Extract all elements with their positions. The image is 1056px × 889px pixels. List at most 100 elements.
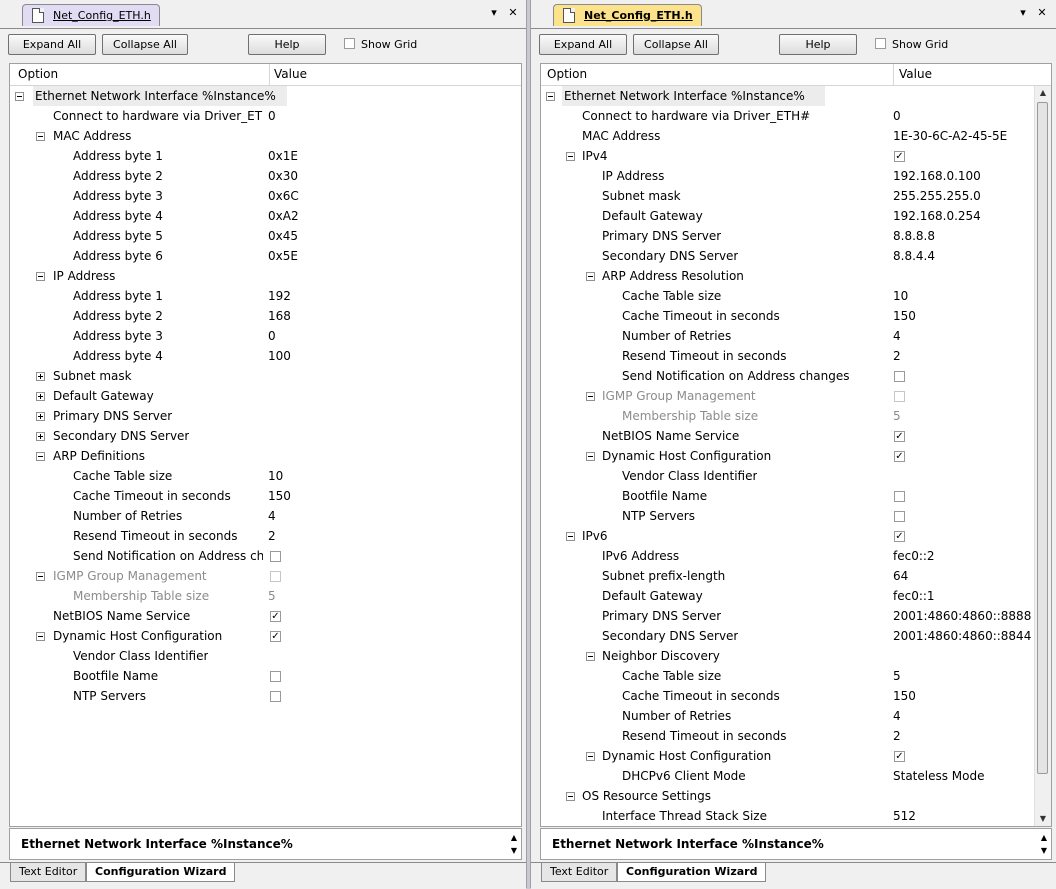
- option-value[interactable]: 5: [893, 666, 901, 686]
- tree-row-ip-address[interactable]: IP Address: [10, 266, 521, 286]
- tree-row-address-byte-2[interactable]: Address byte 2 168: [10, 306, 521, 326]
- scroll-up-icon[interactable]: ▲: [1041, 833, 1047, 842]
- tree-row-address-byte-5[interactable]: Address byte 5 0x45: [10, 226, 521, 246]
- window-menu-arrow-icon[interactable]: ▾: [487, 6, 501, 20]
- collapse-icon[interactable]: [586, 652, 595, 661]
- scroll-down-icon[interactable]: ▼: [1035, 812, 1051, 826]
- collapse-icon[interactable]: [546, 92, 555, 101]
- tree-row-ip-address[interactable]: IP Address 192.168.0.100: [541, 166, 1051, 186]
- unchecked-checkbox[interactable]: [270, 551, 281, 562]
- tree-row-send-notification-on-address-changes[interactable]: Send Notification on Address changes: [541, 366, 1051, 386]
- option-value[interactable]: 192.168.0.254: [893, 206, 981, 226]
- tree-row-membership-table-size[interactable]: Membership Table size 5: [541, 406, 1051, 426]
- tree-row-secondary-dns-server[interactable]: Secondary DNS Server: [10, 426, 521, 446]
- tree-row-address-byte-6[interactable]: Address byte 6 0x5E: [10, 246, 521, 266]
- collapse-icon[interactable]: [36, 572, 45, 581]
- collapse-icon[interactable]: [36, 632, 45, 641]
- option-value[interactable]: 0x6C: [268, 186, 299, 206]
- option-value[interactable]: 4: [893, 326, 901, 346]
- expand-icon[interactable]: [36, 432, 45, 441]
- tree-row-primary-dns-server[interactable]: Primary DNS Server: [10, 406, 521, 426]
- collapse-icon[interactable]: [586, 392, 595, 401]
- collapse-icon[interactable]: [566, 532, 575, 541]
- tree-row-bootfile-name[interactable]: Bootfile Name: [541, 486, 1051, 506]
- tree-row-arp-address-resolution[interactable]: ARP Address Resolution: [541, 266, 1051, 286]
- tree-row-resend-timeout-in-seconds[interactable]: Resend Timeout in seconds 2: [541, 346, 1051, 366]
- tree-row-connect-to-hardware-via-driver-eth[interactable]: Connect to hardware via Driver_ETH# 0: [10, 106, 521, 126]
- tree-row-dynamic-host-configuration[interactable]: Dynamic Host Configuration ✓: [541, 446, 1051, 466]
- tree-row-cache-table-size[interactable]: Cache Table size 5: [541, 666, 1051, 686]
- tree-row-ethernet-network-interface-instance[interactable]: Ethernet Network Interface %Instance%: [10, 86, 521, 106]
- checked-checkbox[interactable]: ✓: [894, 151, 905, 162]
- help-button[interactable]: Help: [248, 34, 326, 55]
- option-value[interactable]: 2001:4860:4860::8844: [893, 626, 1031, 646]
- collapse-icon[interactable]: [586, 452, 595, 461]
- option-value[interactable]: 10: [893, 286, 908, 306]
- scroll-up-icon[interactable]: ▲: [511, 833, 517, 842]
- tree-row-ipv6-address[interactable]: IPv6 Address fec0::2: [541, 546, 1051, 566]
- tree-row-neighbor-discovery[interactable]: Neighbor Discovery: [541, 646, 1051, 666]
- vertical-scrollbar[interactable]: ▲ ▼: [1034, 86, 1051, 826]
- window-menu-arrow-icon[interactable]: ▾: [1016, 6, 1030, 20]
- option-value[interactable]: 2: [893, 726, 901, 746]
- tree-row-igmp-group-management[interactable]: IGMP Group Management: [10, 566, 521, 586]
- scroll-down-icon[interactable]: ▼: [511, 846, 517, 855]
- tree-row-cache-timeout-in-seconds[interactable]: Cache Timeout in seconds 150: [541, 306, 1051, 326]
- option-value[interactable]: 150: [268, 486, 291, 506]
- option-value[interactable]: 192.168.0.100: [893, 166, 981, 186]
- tree-row-address-byte-1[interactable]: Address byte 1 192: [10, 286, 521, 306]
- tree-row-subnet-prefix-length[interactable]: Subnet prefix-length 64: [541, 566, 1051, 586]
- tree-row-igmp-group-management[interactable]: IGMP Group Management: [541, 386, 1051, 406]
- option-value[interactable]: 0x45: [268, 226, 298, 246]
- tree-row-number-of-retries[interactable]: Number of Retries 4: [541, 326, 1051, 346]
- scroll-down-icon[interactable]: ▼: [1041, 846, 1047, 855]
- tree-row-membership-table-size[interactable]: Membership Table size 5: [10, 586, 521, 606]
- tree-row-address-byte-4[interactable]: Address byte 4 100: [10, 346, 521, 366]
- collapse-icon[interactable]: [566, 152, 575, 161]
- tree-row-dynamic-host-configuration[interactable]: Dynamic Host Configuration ✓: [541, 746, 1051, 766]
- tree-row-interface-thread-stack-size[interactable]: Interface Thread Stack Size 512: [541, 806, 1051, 826]
- tree-row-ipv4[interactable]: IPv4 ✓: [541, 146, 1051, 166]
- collapse-icon[interactable]: [36, 452, 45, 461]
- tree-row-address-byte-2[interactable]: Address byte 2 0x30: [10, 166, 521, 186]
- show-grid-toggle[interactable]: Show Grid: [875, 38, 948, 51]
- show-grid-checkbox[interactable]: [875, 38, 886, 49]
- tree-row-secondary-dns-server[interactable]: Secondary DNS Server 8.8.4.4: [541, 246, 1051, 266]
- tree-row-netbios-name-service[interactable]: NetBIOS Name Service ✓: [10, 606, 521, 626]
- tree-row-primary-dns-server[interactable]: Primary DNS Server 2001:4860:4860::8888: [541, 606, 1051, 626]
- tree-row-address-byte-1[interactable]: Address byte 1 0x1E: [10, 146, 521, 166]
- collapse-icon[interactable]: [15, 92, 24, 101]
- tree-row-cache-table-size[interactable]: Cache Table size 10: [541, 286, 1051, 306]
- option-value[interactable]: 150: [893, 306, 916, 326]
- unchecked-checkbox[interactable]: [270, 671, 281, 682]
- column-divider[interactable]: [893, 64, 894, 85]
- checked-checkbox[interactable]: ✓: [894, 531, 905, 542]
- tree-row-primary-dns-server[interactable]: Primary DNS Server 8.8.8.8: [541, 226, 1051, 246]
- option-value[interactable]: 4: [268, 506, 276, 526]
- option-column-header[interactable]: Option: [547, 67, 587, 81]
- expand-icon[interactable]: [36, 392, 45, 401]
- tree-row-arp-definitions[interactable]: ARP Definitions: [10, 446, 521, 466]
- tab-configuration-wizard[interactable]: Configuration Wizard: [617, 863, 767, 882]
- checked-checkbox[interactable]: ✓: [270, 631, 281, 642]
- option-value[interactable]: 0xA2: [268, 206, 299, 226]
- value-column-header[interactable]: Value: [899, 67, 932, 81]
- column-divider[interactable]: [269, 64, 270, 85]
- collapse-all-button[interactable]: Collapse All: [633, 34, 719, 55]
- option-value[interactable]: 4: [893, 706, 901, 726]
- option-value[interactable]: 100: [268, 346, 291, 366]
- option-value[interactable]: 0: [268, 106, 276, 126]
- collapse-icon[interactable]: [566, 792, 575, 801]
- tree-row-mac-address[interactable]: MAC Address 1E-30-6C-A2-45-5E: [541, 126, 1051, 146]
- tree-row-vendor-class-identifier[interactable]: Vendor Class Identifier: [541, 466, 1051, 486]
- expand-all-button[interactable]: Expand All: [539, 34, 627, 55]
- close-icon[interactable]: ✕: [1035, 6, 1049, 20]
- option-value[interactable]: 10: [268, 466, 283, 486]
- option-value[interactable]: 0x1E: [268, 146, 298, 166]
- tree-row-dynamic-host-configuration[interactable]: Dynamic Host Configuration ✓: [10, 626, 521, 646]
- tree-row-resend-timeout-in-seconds[interactable]: Resend Timeout in seconds 2: [10, 526, 521, 546]
- unchecked-checkbox[interactable]: [270, 691, 281, 702]
- tree-row-default-gateway[interactable]: Default Gateway 192.168.0.254: [541, 206, 1051, 226]
- collapse-icon[interactable]: [36, 132, 45, 141]
- tree-row-bootfile-name[interactable]: Bootfile Name: [10, 666, 521, 686]
